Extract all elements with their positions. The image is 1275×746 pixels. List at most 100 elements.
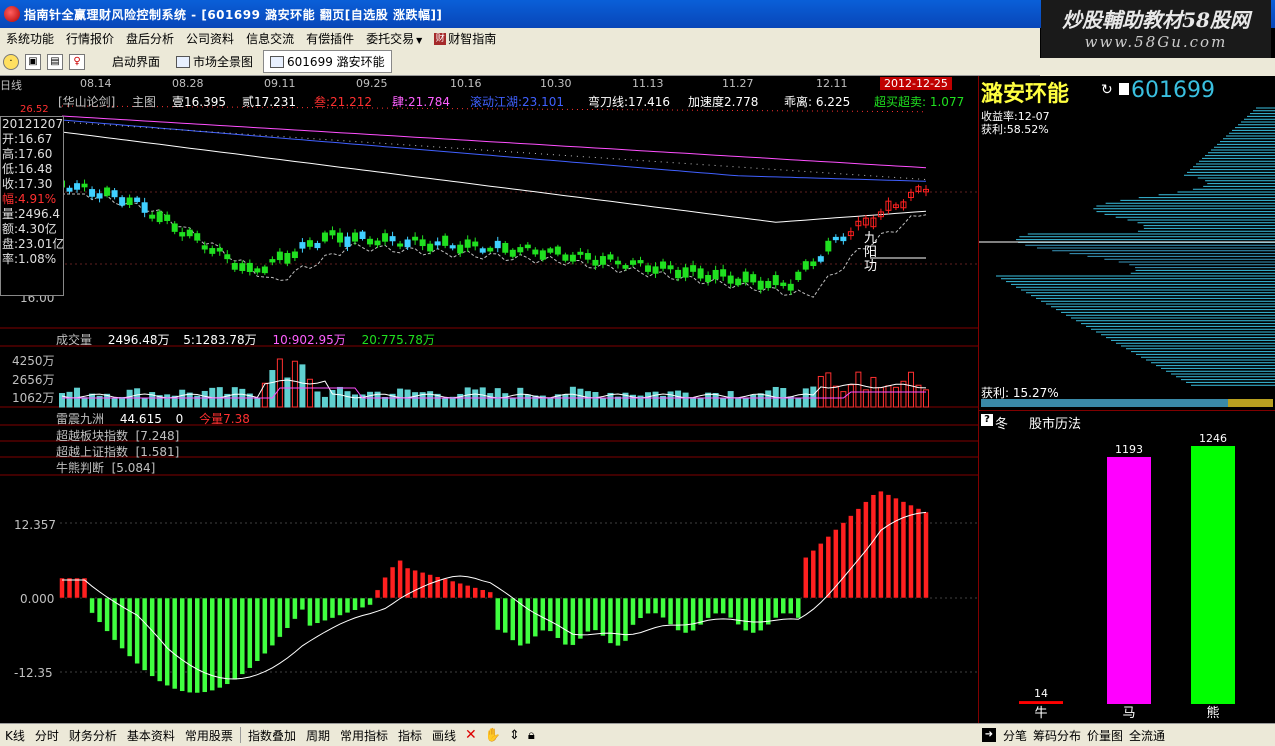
start-screen-button[interactable]: 启动界面 [106, 51, 166, 72]
volume-bar [186, 392, 193, 408]
thunder-bar [389, 566, 396, 599]
window-icon[interactable]: ▣ [25, 53, 41, 70]
kline-button[interactable]: K线 [0, 727, 30, 744]
profit-bar-yellow [1228, 399, 1273, 407]
candle-body [614, 260, 621, 265]
period-label[interactable]: 日线 [0, 77, 22, 93]
price-volume-button[interactable]: 价量图 [1084, 727, 1126, 744]
thunder-bar [742, 597, 749, 631]
thunder-bar [74, 577, 80, 599]
window-title: 指南针全赢理财风险控制系统 - [601699 潞安环能 翻页[自选股 涨跌幅]… [24, 7, 443, 22]
tick-detail-button[interactable]: 分笔 [1000, 727, 1030, 744]
chip-distribution-chart[interactable] [979, 106, 1275, 406]
close-icon[interactable]: ✕ [461, 727, 481, 743]
menu-quotes[interactable]: 行情报价 [60, 30, 120, 47]
date-tick: 10.16 [450, 77, 482, 90]
beat-shanghai-index: 超越上证指数 [1.581] [56, 445, 180, 459]
thunder-bar [442, 578, 448, 599]
info-change: 幅:4.91% [2, 192, 57, 206]
candle-body [194, 233, 201, 241]
indicator-v1: 壹16.395 [172, 95, 226, 109]
candle-body [577, 251, 584, 255]
info-open: 开:16.67 [2, 132, 53, 146]
volume-bar [847, 384, 854, 408]
favorites-button[interactable]: 常用股票 [180, 727, 238, 744]
chart-window-icon [176, 55, 191, 68]
help-icon[interactable]: ? [981, 414, 993, 426]
basic-info-button[interactable]: 基本资料 [122, 727, 180, 744]
volume-bar [750, 394, 757, 408]
full-float-button[interactable]: 全流通 [1126, 727, 1168, 744]
chip-distribution-button[interactable]: 筹码分布 [1030, 727, 1084, 744]
menu-info[interactable]: 信息交流 [240, 30, 300, 47]
main-chart[interactable] [0, 76, 978, 723]
market-overview-button[interactable]: 市场全景图 [170, 51, 259, 72]
candle-body [472, 241, 479, 247]
volume-bar [201, 390, 208, 408]
jiuyang-annotation: 九 阳 功 [864, 232, 877, 274]
save-icon[interactable]: ▤ [47, 53, 63, 70]
volume-bar [479, 387, 486, 408]
candle-body [186, 229, 193, 237]
thunder-bar [848, 515, 854, 599]
menu-system[interactable]: 系统功能 [0, 30, 60, 47]
candle-body [592, 259, 599, 266]
volume-bar [269, 370, 276, 408]
indicator-name[interactable]: [华山论剑] [58, 93, 115, 110]
pin-icon[interactable]: ♀ [69, 53, 85, 70]
common-indicators-button[interactable]: 常用指标 [335, 727, 393, 744]
candle-body [795, 271, 802, 281]
candle-body [224, 254, 231, 260]
menu-plugins[interactable]: 有偿插件 [300, 30, 360, 47]
stock-tab[interactable]: 601699 潞安环能 [263, 50, 392, 73]
date-tick: 09.25 [356, 77, 388, 90]
candle-body [246, 262, 253, 272]
lock-icon[interactable]: 🔒︎ [524, 728, 539, 743]
thunder-bar [464, 585, 471, 599]
move-vertical-icon[interactable]: ⇕ [505, 728, 524, 743]
thunder-bar [525, 597, 531, 645]
intraday-button[interactable]: 分时 [30, 727, 64, 744]
menu-company[interactable]: 公司资料 [180, 30, 240, 47]
period-button[interactable]: 周期 [301, 727, 335, 744]
candle-body [675, 269, 682, 279]
lightbulb-icon[interactable]: · [3, 53, 19, 70]
thunder-bar [712, 597, 719, 614]
thunder-bar [299, 597, 306, 611]
arrow-right-icon[interactable]: ➜ [982, 728, 996, 742]
thunder-bar [780, 597, 787, 614]
indicator-v8: 乖离: 6.225 [784, 95, 851, 109]
candle-body [104, 187, 111, 196]
finance-button[interactable]: 财务分析 [64, 727, 122, 744]
thunder-bar [171, 597, 178, 690]
thunder-bar [592, 597, 599, 631]
kline-chart-svg[interactable] [0, 76, 978, 723]
menu-trade[interactable]: 委托交易 ▼ [360, 30, 428, 47]
hand-icon[interactable]: ✋ [481, 728, 505, 743]
menu-guide[interactable]: 财财智指南 [428, 30, 502, 47]
candle-body [209, 248, 216, 254]
menu-analysis[interactable]: 盘后分析 [120, 30, 180, 47]
candle-body [231, 262, 238, 270]
thunder-tick: -12.35 [14, 666, 53, 680]
volume-bar [502, 393, 509, 408]
candle-body [156, 211, 163, 223]
indicator-button[interactable]: 指标 [393, 727, 427, 744]
thunder-bar [803, 557, 809, 599]
draw-line-button[interactable]: 画线 [427, 727, 461, 744]
thunder-bar [209, 597, 216, 691]
candle-body [321, 232, 328, 242]
candle-body [291, 251, 298, 259]
thunder-bar [186, 597, 193, 693]
refresh-icon[interactable]: ↻ [1101, 82, 1113, 98]
candle-body [336, 232, 343, 243]
thunder-bar [457, 582, 463, 599]
calendar-bar [1191, 446, 1235, 704]
candle-body [584, 253, 591, 260]
candle-body [284, 253, 291, 264]
thunder-bar [149, 597, 155, 677]
document-icon[interactable] [1119, 83, 1129, 95]
index-overlay-button[interactable]: 指数叠加 [243, 727, 301, 744]
candle-body [352, 232, 359, 242]
volume-bar [675, 390, 682, 408]
